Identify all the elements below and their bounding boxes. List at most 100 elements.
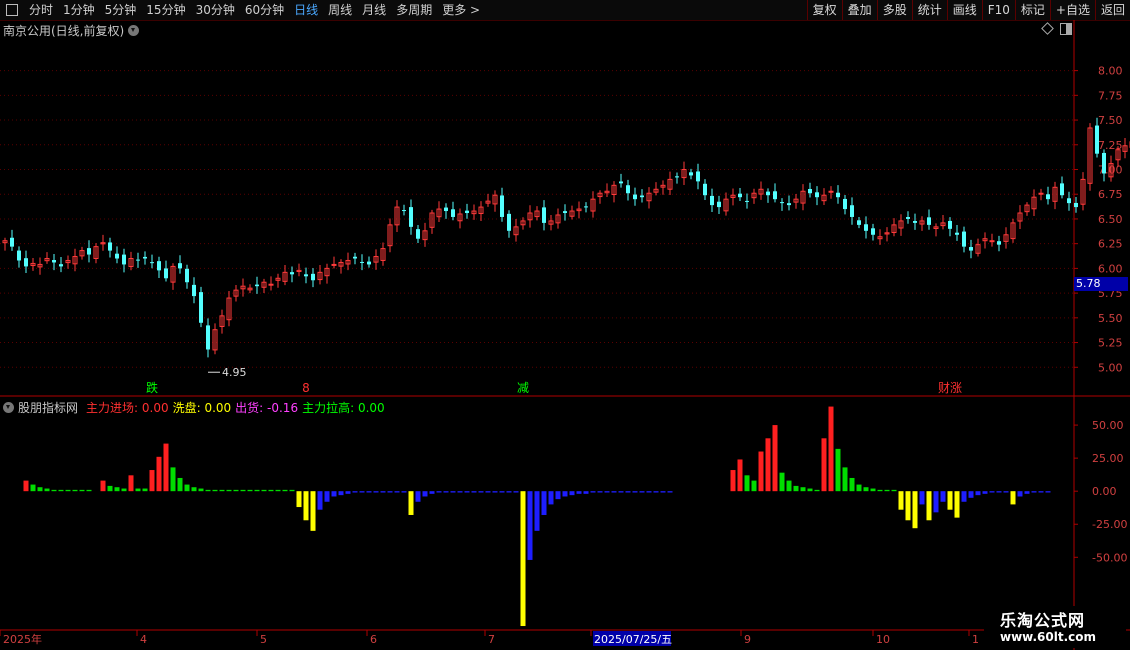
indicator-bar [597, 491, 603, 493]
indicator-bar [583, 491, 589, 494]
indicator-bar [856, 484, 862, 492]
indicator-bar [156, 456, 162, 492]
indicator-bar [450, 491, 456, 493]
signal-label: 减 [517, 381, 529, 395]
candle-body [906, 217, 910, 219]
candle-body [787, 203, 791, 206]
candle-body [416, 229, 420, 239]
indicator-bar [639, 491, 645, 493]
indicator-bar [996, 491, 1002, 493]
signal-label: 财涨 [938, 380, 962, 395]
x-tick-label: 2025/07/25/五 [594, 633, 672, 646]
indicator-bar [905, 491, 911, 521]
candle-body [268, 283, 274, 286]
candle-body [59, 264, 63, 267]
indicator-bar [576, 491, 582, 494]
candle-body [738, 193, 742, 198]
indicator-bar [401, 491, 407, 493]
candle-body [997, 241, 1001, 245]
price-tick-label: 8.00 [1098, 65, 1123, 78]
indicator-bar [1017, 491, 1023, 497]
indicator-bar [534, 491, 540, 531]
indicator-bar [429, 491, 435, 494]
indicator-bar [394, 491, 400, 493]
indicator-bar [79, 489, 85, 492]
indicator-bar [1045, 491, 1051, 493]
candle-body [850, 205, 854, 217]
indicator-bar [345, 491, 351, 494]
indicator-bar [86, 489, 92, 492]
indicator-bar [408, 491, 414, 515]
indicator-tick-label: 0.00 [1092, 485, 1117, 498]
indicator-bar [415, 491, 421, 502]
indicator-bar [373, 491, 379, 493]
candle-body [1095, 125, 1099, 154]
indicator-bar [163, 443, 169, 492]
indicator-bar [457, 491, 463, 493]
x-tick-label: 10 [876, 633, 890, 646]
candle-body [584, 206, 588, 208]
indicator-name: 股朋指标网 [18, 401, 79, 415]
indicator-bar [1024, 491, 1030, 494]
indicator-bar [877, 489, 883, 492]
indicator-bar [114, 487, 120, 492]
indicator-bar [72, 489, 78, 492]
indicator-tick-label: -50.00 [1092, 551, 1127, 564]
indicator-value-2: 出货: -0.16 [235, 401, 299, 415]
indicator-bar [478, 491, 484, 493]
candle-body [766, 191, 770, 196]
price-tick-label: 5.00 [1098, 361, 1123, 374]
indicator-bar [793, 485, 799, 492]
x-tick-label: 2025年 [3, 632, 42, 646]
indicator-bar [499, 491, 505, 493]
candle-body [640, 195, 644, 198]
candle-body [815, 192, 819, 198]
candle-body [1067, 198, 1071, 204]
indicator-bar [296, 491, 302, 508]
indicator-bar [604, 491, 610, 493]
candle-body [24, 258, 28, 267]
indicator-bar [912, 491, 918, 529]
indicator-bar [828, 406, 834, 492]
indicator-bar [919, 491, 925, 505]
candle-body [808, 189, 812, 194]
indicator-bar [611, 491, 617, 493]
candle-body [773, 191, 777, 200]
indicator-bar [268, 489, 274, 492]
candle-body [444, 207, 448, 212]
indicator-bar [1010, 491, 1016, 505]
candle-body [199, 292, 203, 323]
candle-body [367, 261, 371, 265]
candle-body [304, 274, 308, 277]
candle-body [675, 176, 679, 178]
x-tick-label: 5 [260, 633, 267, 646]
indicator-bar [142, 488, 148, 492]
indicator-bar [590, 491, 596, 493]
indicator-bar [968, 491, 974, 498]
indicator-bar [135, 488, 141, 492]
indicator-bar [366, 491, 372, 493]
signal-label: 跌 [146, 380, 158, 395]
indicator-value-3: 主力拉高: 0.00 [302, 401, 385, 415]
price-tick-label: 5.50 [1098, 312, 1123, 325]
indicator-bar [170, 467, 176, 492]
candle-body [500, 195, 504, 217]
indicator-bar [870, 488, 876, 492]
indicator-bar [835, 448, 841, 492]
price-tick-label: 7.50 [1098, 114, 1123, 127]
indicator-bar [891, 489, 897, 492]
indicator-bar [933, 491, 939, 513]
indicator-bar [926, 491, 932, 521]
indicator-tick-label: 50.00 [1092, 419, 1124, 432]
indicator-bar [191, 487, 197, 492]
chart-canvas[interactable]: 8.007.757.507.257.006.756.506.256.005.75… [0, 0, 1130, 650]
indicator-bar [261, 489, 267, 492]
indicator-bar [849, 477, 855, 492]
indicator-bar [667, 491, 673, 493]
candle-body [311, 273, 315, 281]
indicator-bar [954, 491, 960, 518]
candle-body [828, 190, 834, 193]
indicator-value-0: 主力进场: 0.00 [86, 401, 169, 415]
indicator-dropdown-icon[interactable] [3, 402, 14, 413]
candle-body [857, 220, 861, 225]
